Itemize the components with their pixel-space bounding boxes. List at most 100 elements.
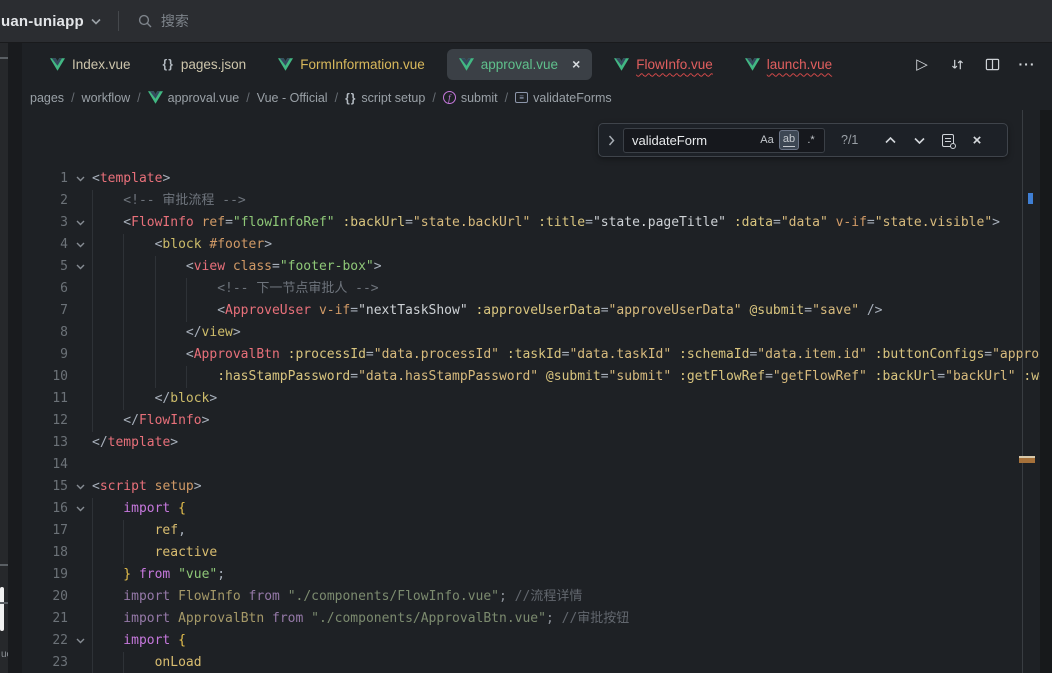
code-line-18[interactable]: 18reactive — [22, 542, 1052, 564]
fold-chevron-icon[interactable] — [68, 256, 92, 278]
vue-icon — [148, 91, 163, 104]
tab-approval-vue[interactable]: approval.vue× — [447, 49, 593, 80]
line-number: 4 — [22, 234, 68, 256]
fold-chevron-icon[interactable] — [68, 498, 92, 520]
code-line-7[interactable]: 7<ApproveUser v-if="nextTaskShow" :appro… — [22, 300, 1052, 322]
code-token: import — [123, 633, 170, 648]
line-number: 21 — [22, 608, 68, 630]
fold-chevron-icon[interactable] — [68, 630, 92, 652]
tab-forminformation-vue[interactable]: FormInformation.vue — [262, 43, 441, 85]
code-line-17[interactable]: 17ref, — [22, 520, 1052, 542]
code-line-19[interactable]: 19} from "vue"; — [22, 564, 1052, 586]
code-line-1[interactable]: 1<template> — [22, 168, 1052, 190]
indent-guide — [123, 278, 154, 300]
code-token — [726, 215, 734, 230]
code-line-9[interactable]: 9<ApprovalBtn :processId="data.processId… — [22, 344, 1052, 366]
code-token: "nextTaskShow" — [358, 303, 468, 318]
code-token: ApprovalBtn — [178, 611, 264, 626]
tab-index-vue[interactable]: Index.vue — [34, 43, 147, 85]
code-line-23[interactable]: 23onLoad — [22, 652, 1052, 673]
tab-launch-vue[interactable]: launch.vue — [729, 43, 848, 85]
indent-guide — [92, 234, 123, 256]
overview-marker-orange — [1019, 456, 1035, 463]
fold-chevron-icon[interactable] — [68, 476, 92, 498]
fold-chevron-icon[interactable] — [68, 168, 92, 190]
code-text: <template> — [92, 168, 1052, 190]
code-token: = — [804, 303, 812, 318]
code-line-15[interactable]: 15<script setup> — [22, 476, 1052, 498]
indent-guide — [123, 344, 154, 366]
edge-scroll-indicator[interactable] — [0, 587, 4, 631]
whole-word-toggle[interactable]: ab — [779, 130, 799, 150]
find-input[interactable] — [632, 133, 755, 148]
fold-gutter — [68, 652, 92, 673]
code-token: "footer-box" — [280, 259, 374, 274]
chevron-down-icon[interactable] — [91, 18, 101, 25]
code-token — [170, 589, 178, 604]
next-match-button[interactable] — [909, 130, 929, 150]
code-line-14[interactable]: 14 — [22, 454, 1052, 476]
vue-icon — [459, 58, 474, 71]
code-line-21[interactable]: 21import ApprovalBtn from "./components/… — [22, 608, 1052, 630]
indent-guide — [92, 542, 123, 564]
code-line-16[interactable]: 16import { — [22, 498, 1052, 520]
code-line-13[interactable]: 13</template> — [22, 432, 1052, 454]
toggle-replace-icon[interactable] — [603, 135, 619, 146]
breadcrumb-item-vue-official[interactable]: Vue - Official — [257, 91, 328, 105]
code-token — [671, 347, 679, 362]
code-token: <!-- 下一节点审批人 --> — [217, 281, 378, 296]
code-token: "state.backUrl" — [413, 215, 530, 230]
fold-chevron-icon[interactable] — [68, 234, 92, 256]
tab-label: pages.json — [181, 57, 246, 72]
line-number: 23 — [22, 652, 68, 673]
project-switcher[interactable]: uan-uniapp — [1, 13, 84, 30]
code-token: "appro — [992, 347, 1039, 362]
code-line-4[interactable]: 4<block #footer> — [22, 234, 1052, 256]
code-token: "flowInfoRef" — [233, 215, 335, 230]
code-token — [867, 369, 875, 384]
code-line-10[interactable]: 10:hasStampPassword="data.hasStampPasswo… — [22, 366, 1052, 388]
run-icon[interactable]: ▷ — [913, 55, 931, 73]
breadcrumb-item-pages[interactable]: pages — [30, 91, 64, 105]
code-line-12[interactable]: 12</FlowInfo> — [22, 410, 1052, 432]
code-line-22[interactable]: 22import { — [22, 630, 1052, 652]
split-icon[interactable] — [983, 55, 1001, 73]
breadcrumb-item-workflow[interactable]: workflow — [82, 91, 131, 105]
close-tab-icon[interactable]: × — [572, 57, 580, 71]
code-token: , — [178, 523, 186, 538]
breadcrumb-item-script-setup[interactable]: {}script setup — [345, 91, 425, 105]
tab-flowinfo-vue[interactable]: FlowInfo.vue — [598, 43, 729, 85]
fold-gutter — [68, 366, 92, 388]
breadcrumb-item-submit[interactable]: fsubmit — [443, 91, 498, 105]
code-text: <FlowInfo ref="flowInfoRef" :backUrl="st… — [92, 212, 1052, 234]
indent-guide — [155, 366, 186, 388]
code-line-11[interactable]: 11</block> — [22, 388, 1052, 410]
code-token: > — [233, 325, 241, 340]
compare-icon[interactable] — [948, 55, 966, 73]
more-icon[interactable]: ··· — [1018, 55, 1036, 73]
code-line-3[interactable]: 3<FlowInfo ref="flowInfoRef" :backUrl="s… — [22, 212, 1052, 234]
code-line-6[interactable]: 6<!-- 下一节点审批人 --> — [22, 278, 1052, 300]
tab-pages-json[interactable]: {}pages.json — [147, 43, 263, 85]
global-search[interactable]: 搜索 — [138, 11, 189, 31]
match-case-toggle[interactable]: Aa — [757, 130, 777, 150]
breadcrumb-item-approval-vue[interactable]: approval.vue — [148, 91, 240, 105]
fold-gutter — [68, 564, 92, 586]
previous-match-button[interactable] — [880, 130, 900, 150]
code-line-20[interactable]: 20import FlowInfo from "./components/Flo… — [22, 586, 1052, 608]
indent-guide — [92, 300, 123, 322]
regex-toggle[interactable]: .* — [801, 130, 821, 150]
code-line-2[interactable]: 2<!-- 审批流程 --> — [22, 190, 1052, 212]
find-in-selection-button[interactable] — [938, 130, 958, 150]
code-line-8[interactable]: 8</view> — [22, 322, 1052, 344]
code-area[interactable]: 1<template>2<!-- 审批流程 -->3<FlowInfo ref=… — [22, 168, 1052, 673]
code-token: "getFlowRef" — [773, 369, 867, 384]
breadcrumb-item-validateforms[interactable]: ≡validateForms — [515, 91, 612, 105]
code-line-5[interactable]: 5<view class="footer-box"> — [22, 256, 1052, 278]
close-find-icon[interactable]: × — [967, 130, 987, 150]
code-token: :approveUserData — [475, 303, 600, 318]
fold-chevron-icon[interactable] — [68, 212, 92, 234]
code-editor[interactable]: 1<template>2<!-- 审批流程 -->3<FlowInfo ref=… — [22, 110, 1052, 673]
line-number: 22 — [22, 630, 68, 652]
fold-gutter — [68, 278, 92, 300]
